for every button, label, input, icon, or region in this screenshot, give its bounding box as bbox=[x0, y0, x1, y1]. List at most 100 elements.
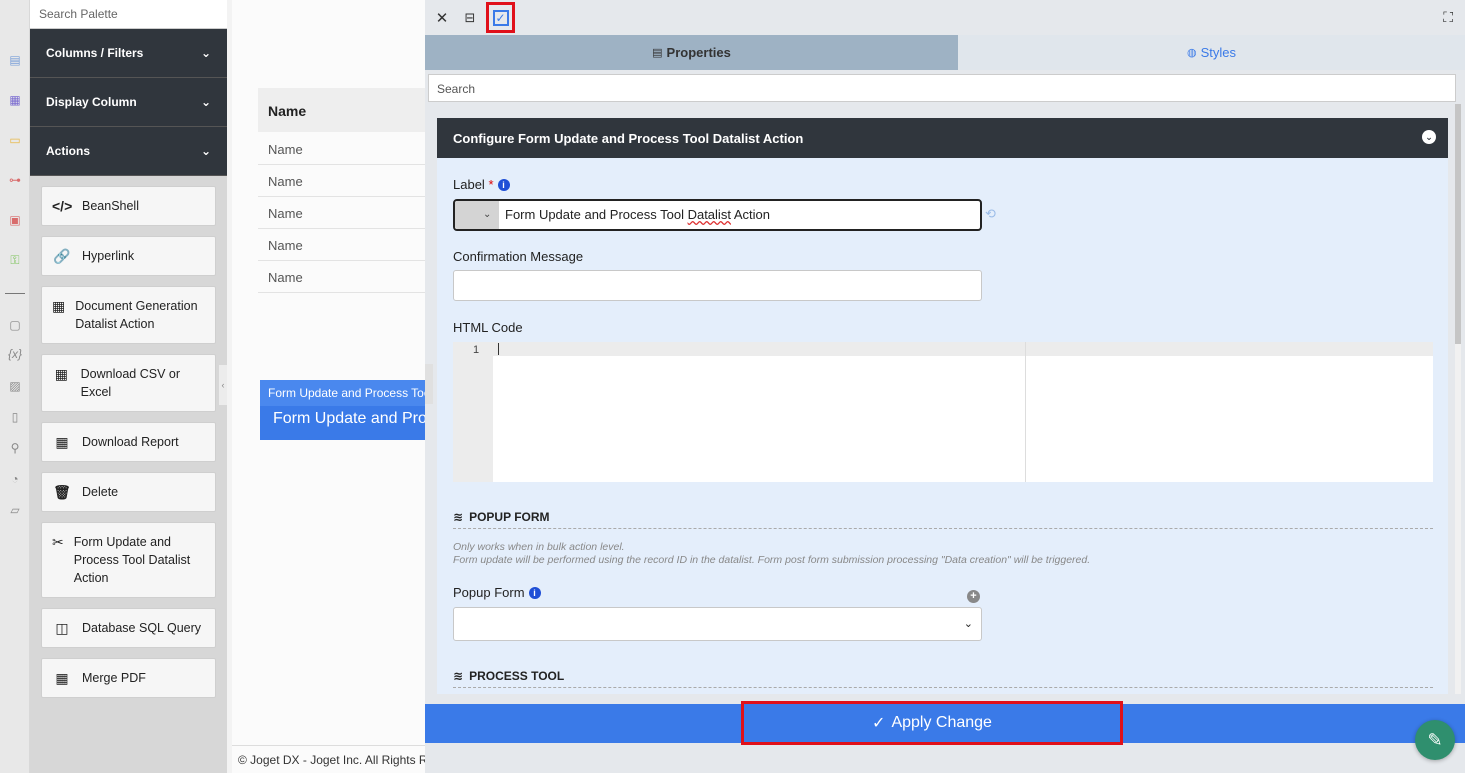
property-search-input[interactable]: Search bbox=[428, 74, 1456, 102]
column-header[interactable]: Name bbox=[258, 88, 428, 132]
table-cell: Name bbox=[258, 165, 428, 197]
section-actions[interactable]: Actions ⌄ bbox=[30, 127, 227, 176]
gauge-icon[interactable]: ◔ bbox=[7, 471, 23, 487]
code-icon: </> bbox=[52, 198, 73, 214]
tab-styles[interactable]: ◍ Styles bbox=[958, 35, 1465, 70]
key-icon[interactable]: ⚿ bbox=[7, 252, 23, 268]
database-icon: ◫ bbox=[55, 620, 69, 636]
add-icon[interactable]: + bbox=[967, 590, 980, 603]
label-input-value: Form Update and Process Tool Datalist Ac… bbox=[505, 207, 770, 222]
palette-item-label: Document Generation Datalist Action bbox=[75, 299, 198, 331]
palette-search-input[interactable]: Search Palette bbox=[30, 0, 227, 29]
line-number: 1 bbox=[453, 342, 493, 482]
plugin-icon[interactable]: ⚲ bbox=[7, 440, 23, 456]
palette-item-hyperlink[interactable]: 🔗 Hyperlink bbox=[41, 236, 216, 276]
action-list: </> BeanShell 🔗 Hyperlink ▦ Document Genera… bbox=[30, 176, 227, 718]
label-field-label: Label * i bbox=[453, 177, 510, 192]
report-icon[interactable]: ▱ bbox=[7, 502, 23, 518]
popup-form-label: Popup Form i bbox=[453, 585, 541, 600]
palette-item-download-csv[interactable]: ▦ Download CSV or Excel bbox=[41, 354, 216, 412]
html-code-label: HTML Code bbox=[453, 320, 523, 335]
tab-properties[interactable]: ▤ Properties bbox=[425, 35, 958, 70]
grid-icon: ▦ bbox=[55, 670, 69, 686]
file-icon[interactable]: ▯ bbox=[7, 409, 23, 425]
table-cell: Name bbox=[258, 197, 428, 229]
field-label: Label bbox=[453, 177, 485, 192]
popup-form-select[interactable]: ⌄ bbox=[453, 607, 982, 641]
confirmation-message-input[interactable] bbox=[453, 270, 982, 301]
panel-toolbar: ✕ ⊟ ✓ ⛶ bbox=[425, 0, 1465, 35]
check-icon: ✓ bbox=[872, 715, 886, 732]
tab-label: Properties bbox=[666, 45, 731, 60]
variable-icon[interactable]: {x} bbox=[7, 346, 23, 362]
palette-item-label: Form Update and Process Tool Datalist Ac… bbox=[73, 535, 191, 585]
palette-item-label: Download CSV or Excel bbox=[80, 367, 180, 399]
grid-icon: ▦ bbox=[54, 366, 68, 382]
edit-pencil-button[interactable]: ✎ bbox=[1415, 720, 1455, 760]
palette-item-download-report[interactable]: ▦ Download Report bbox=[41, 422, 216, 462]
chevron-down-icon: ⌄ bbox=[200, 46, 211, 60]
section-display-column[interactable]: Display Column ⌄ bbox=[30, 78, 227, 127]
palette-item-label: Merge PDF bbox=[82, 671, 146, 685]
panel-scrollbar[interactable] bbox=[1455, 104, 1461, 694]
section-columns-filters[interactable]: Columns / Filters ⌄ bbox=[30, 29, 227, 78]
popup-form-description: Only works when in bulk action level. Fo… bbox=[453, 541, 1090, 567]
table-icon[interactable]: ▦ bbox=[7, 92, 23, 108]
html-code-editor[interactable]: 1 bbox=[453, 342, 1433, 482]
chevron-down-icon[interactable]: ⌄ bbox=[1422, 130, 1436, 144]
palette: Search Palette Columns / Filters ⌄ Displa… bbox=[30, 0, 227, 773]
translate-icon[interactable]: ⟲ bbox=[985, 206, 996, 222]
info-icon[interactable]: i bbox=[528, 587, 541, 599]
pdf-icon[interactable]: ▣ bbox=[7, 212, 23, 228]
panel-tabs: ▤ Properties ◍ Styles bbox=[425, 35, 1465, 70]
link-icon: 🔗 bbox=[53, 248, 71, 264]
action-button-label: Form Update and Pro bbox=[273, 410, 427, 427]
grid-icon: ▦ bbox=[52, 298, 66, 314]
field-label: Popup Form bbox=[453, 585, 525, 600]
label-input[interactable]: ⌄ Form Update and Process Tool Datalist … bbox=[453, 199, 982, 231]
required-marker: * bbox=[488, 177, 494, 192]
palette-item-beanshell[interactable]: </> BeanShell bbox=[41, 186, 216, 226]
scrollbar-thumb[interactable] bbox=[1455, 104, 1461, 344]
palette-item-merge-pdf[interactable]: ▦ Merge PDF bbox=[41, 658, 216, 698]
chevron-down-icon: ⌄ bbox=[963, 618, 973, 630]
palette-item-document-generation[interactable]: ▦ Document Generation Datalist Action bbox=[41, 286, 216, 344]
section-header[interactable]: Configure Form Update and Process Tool D… bbox=[437, 118, 1448, 158]
apply-change-button[interactable]: ✓ Apply Change bbox=[741, 701, 1123, 745]
section-label: Actions bbox=[46, 144, 91, 158]
value-text-underlined: Datalist bbox=[687, 207, 731, 222]
section-heading: POPUP FORM bbox=[469, 510, 550, 524]
process-icon[interactable]: ⊶ bbox=[7, 172, 23, 188]
active-line bbox=[493, 342, 1433, 356]
pencil-icon: ✎ bbox=[1427, 729, 1443, 750]
palette-item-label: BeanShell bbox=[82, 199, 139, 213]
close-icon[interactable]: ✕ bbox=[433, 9, 451, 27]
palette-item-label: Delete bbox=[82, 485, 119, 499]
palette-item-database-sql[interactable]: ◫ Database SQL Query bbox=[41, 608, 216, 648]
translate-icon[interactable]: ▨ bbox=[7, 378, 23, 394]
info-icon[interactable]: i bbox=[497, 179, 510, 191]
chevron-down-icon: ⌄ bbox=[200, 95, 211, 109]
section-title: Configure Form Update and Process Tool D… bbox=[453, 131, 804, 146]
apply-check-button[interactable]: ✓ bbox=[486, 2, 515, 33]
editor-divider bbox=[1025, 342, 1026, 482]
note-icon[interactable]: ▢ bbox=[7, 317, 23, 333]
language-select[interactable]: ⌄ bbox=[455, 201, 499, 229]
document-icon[interactable]: ▤ bbox=[7, 52, 23, 68]
resize-handle[interactable] bbox=[425, 364, 433, 404]
rail-divider bbox=[5, 293, 25, 294]
table-cell: Name bbox=[258, 261, 428, 293]
text-cursor bbox=[498, 343, 499, 355]
fullscreen-icon[interactable]: ⛶ bbox=[1443, 9, 1453, 26]
palette-item-label: Download Report bbox=[82, 435, 179, 449]
palette-item-delete[interactable]: 🗑 Delete bbox=[41, 472, 216, 512]
palette-item-form-update[interactable]: ✂ Form Update and Process Tool Datalist A… bbox=[41, 522, 216, 598]
layers-icon: ≋ bbox=[453, 669, 464, 683]
monitor-icon[interactable]: ▭ bbox=[7, 132, 23, 148]
collapse-palette-handle[interactable]: ‹ bbox=[219, 365, 227, 405]
action-button-preview[interactable]: Form Update and Process Too Form Update … bbox=[260, 380, 430, 440]
window-icon[interactable]: ⊟ bbox=[461, 9, 479, 27]
table-cell: Name bbox=[258, 133, 428, 165]
property-editor: Configure Form Update and Process Tool D… bbox=[437, 118, 1448, 694]
confirmation-message-label: Confirmation Message bbox=[453, 249, 584, 264]
